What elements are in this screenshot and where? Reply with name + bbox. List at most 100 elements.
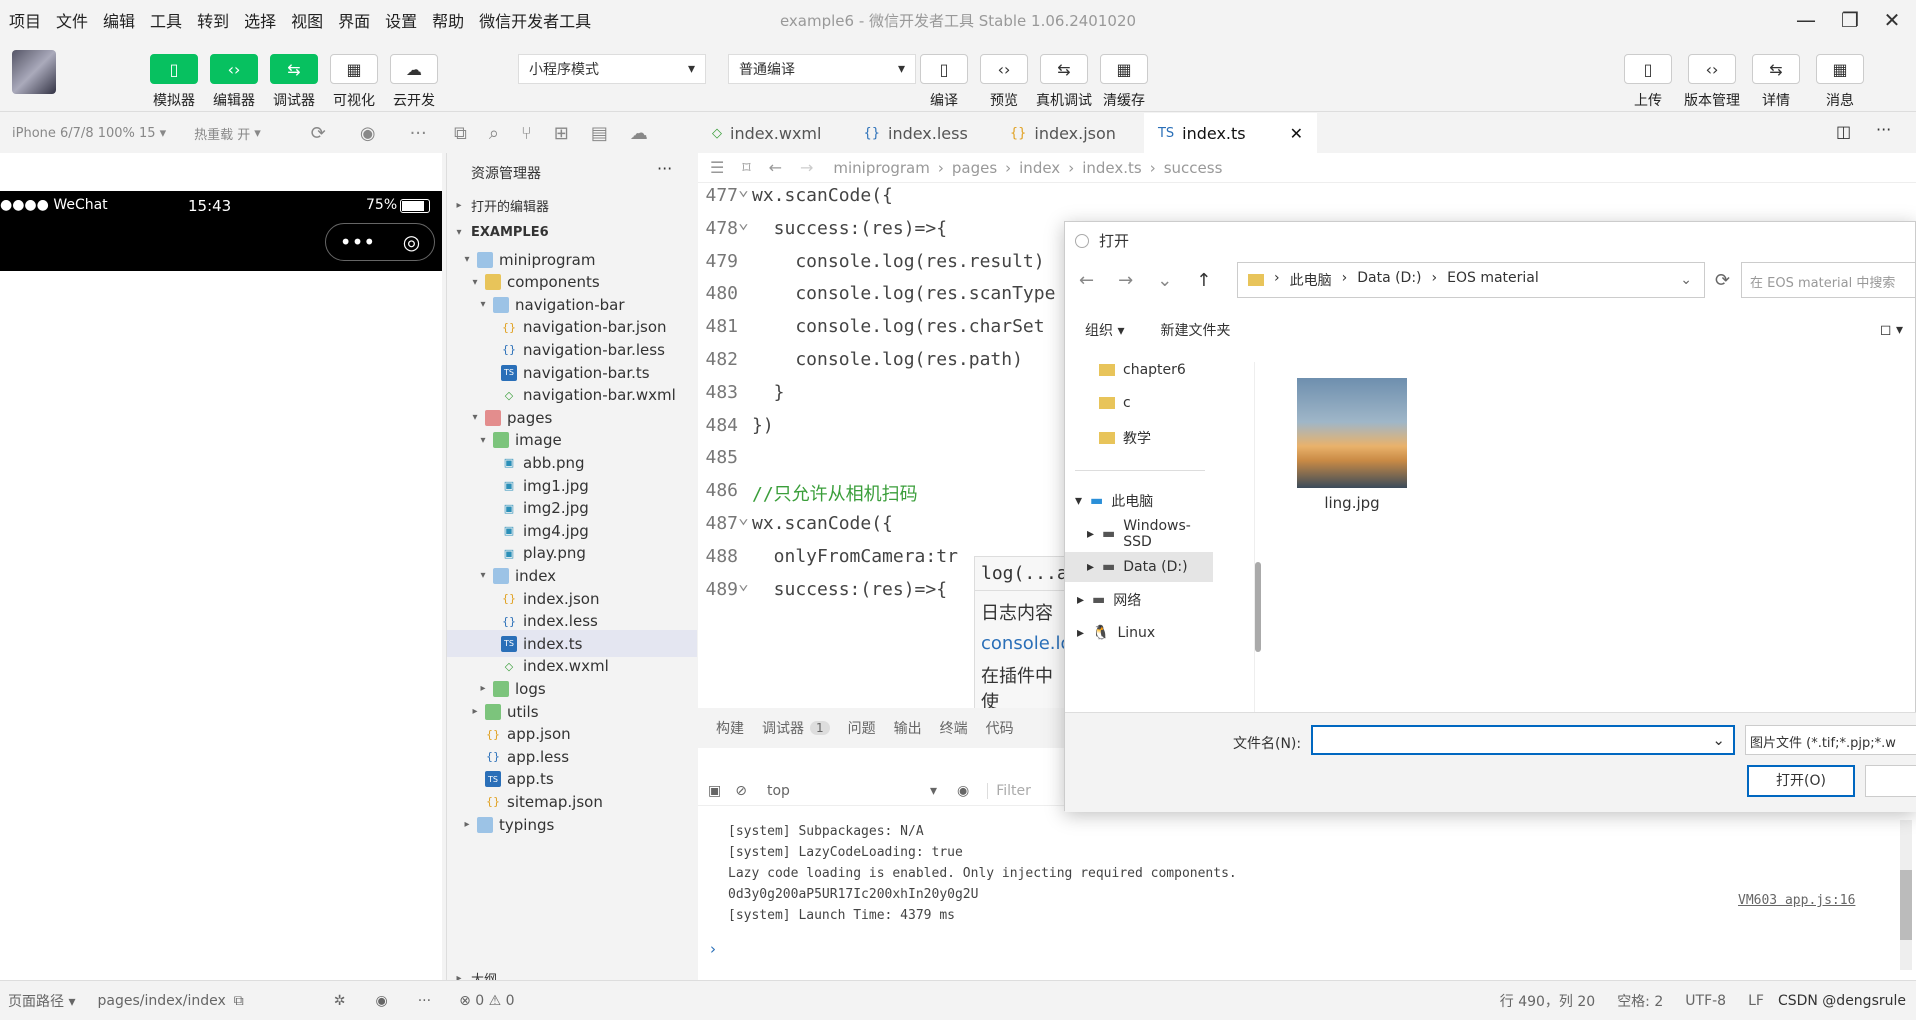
code-line[interactable]: } [752, 382, 785, 403]
status-more-icon[interactable]: ··· [418, 993, 431, 1009]
new-folder-button[interactable]: 新建文件夹 [1160, 320, 1230, 340]
minimize-button[interactable]: — [1786, 6, 1826, 34]
breadcrumb-item[interactable]: index.ts [1082, 159, 1142, 177]
code-line[interactable]: wx.scanCode({ [752, 185, 893, 206]
address-bar[interactable]: › 此电脑 › Data (D:) › EOS material ⌄ [1237, 262, 1705, 298]
eye-icon[interactable]: ◉ [957, 783, 969, 799]
explorer-more-icon[interactable]: ··· [657, 159, 672, 178]
bookmark-icon[interactable]: ⌑ [742, 158, 750, 177]
code-line[interactable]: console.log(res.charSet [752, 316, 1044, 337]
devtools-tab[interactable]: 终端 [940, 718, 968, 738]
nav-forward-icon[interactable]: → [1118, 270, 1133, 291]
nav-tree-item[interactable]: ▸ 🐧 Linux [1065, 618, 1213, 648]
fold-icon[interactable]: ⌄ [738, 507, 749, 528]
sidebar-toggle-icon[interactable]: ▣ [708, 783, 721, 799]
devtools-tab[interactable]: 问题 [848, 718, 876, 738]
breadcrumb-item[interactable]: success [1164, 159, 1223, 177]
nav-folder[interactable]: c [1099, 395, 1131, 411]
cursor-position[interactable]: 行 490，列 20 [1500, 991, 1595, 1011]
bug-icon[interactable]: ✲ [334, 993, 346, 1009]
simulator-screen[interactable] [0, 153, 442, 980]
menu-item[interactable]: 文件 [50, 8, 94, 32]
code-line[interactable]: console.log(res.scanType [752, 283, 1055, 304]
breadcrumb-item[interactable]: pages [952, 159, 997, 177]
capsule-menu[interactable]: ••• ◎ [325, 223, 435, 261]
problems-count[interactable]: ⊗ 0 ⚠ 0 [459, 993, 514, 1009]
git-icon[interactable]: ⑂ [521, 123, 532, 144]
clear-console-icon[interactable]: ⊘ [735, 783, 747, 799]
maximize-button[interactable]: ❐ [1830, 6, 1870, 34]
menu-item[interactable]: 视图 [285, 8, 329, 32]
menu-item[interactable]: 项目 [3, 8, 47, 32]
context-select[interactable]: top ▾ [767, 783, 937, 799]
dialog-search-input[interactable]: 在 EOS material 中搜索 [1741, 262, 1916, 298]
editor-tab[interactable]: ◇ index.wxml [698, 113, 835, 153]
refresh-icon[interactable]: ⟳ [1715, 270, 1730, 291]
address-dropdown-icon[interactable]: ⌄ [1680, 272, 1692, 288]
menu-item[interactable]: 帮助 [426, 8, 470, 32]
console-source-link[interactable]: VM603 app.js:16 [1738, 893, 1855, 908]
folder-item[interactable]: ▸ typings [447, 811, 697, 838]
toolbar-button[interactable]: ▦ 清缓存 [1096, 54, 1152, 110]
toolbar-button[interactable]: ⇆ 真机调试 [1036, 54, 1092, 110]
copy-icon[interactable]: ⧉ [234, 993, 244, 1009]
capsule-close-icon[interactable]: ◎ [403, 230, 420, 254]
nav-recent-icon[interactable]: ⌄ [1157, 270, 1172, 291]
view-options-icon[interactable]: ◻ ▾ [1880, 322, 1903, 338]
toolbar-button[interactable]: ‹› 版本管理 [1684, 54, 1740, 110]
tooltip-link[interactable]: console.lo [975, 625, 1069, 654]
code-line[interactable]: }) [752, 415, 774, 436]
console-prompt-icon[interactable]: › [710, 940, 716, 958]
toolbar-button[interactable]: ▯ 编译 [916, 54, 972, 110]
toolbar-button[interactable]: ‹› 预览 [976, 54, 1032, 110]
nav-up-icon[interactable]: ↑ [1196, 270, 1211, 291]
more-icon[interactable]: ··· [410, 123, 427, 144]
toolbar-button[interactable]: ⇆ 详情 [1748, 54, 1804, 110]
extensions-icon[interactable]: ⊞ [554, 123, 569, 144]
code-line[interactable]: success:(res)=>{ [752, 218, 947, 239]
breadcrumb-item[interactable]: miniprogram [833, 159, 929, 177]
preview-icon[interactable]: ◉ [376, 993, 388, 1009]
fold-icon[interactable]: ⌄ [738, 179, 749, 200]
cancel-button[interactable] [1865, 765, 1916, 797]
files-icon[interactable]: ⧉ [454, 123, 467, 144]
path-segment[interactable]: EOS material [1447, 270, 1539, 290]
nav-folder[interactable]: 教学 [1099, 428, 1151, 448]
filename-dropdown-icon[interactable]: ⌄ [1712, 731, 1725, 749]
path-segment[interactable]: 此电脑 [1290, 270, 1332, 290]
toolbar-phone-icon[interactable]: ▯ 模拟器 [146, 54, 202, 110]
encoding-setting[interactable]: UTF-8 [1685, 993, 1726, 1009]
project-section[interactable]: ▾ EXAMPLE6 [447, 219, 697, 246]
nav-back-icon[interactable]: ← [1079, 270, 1094, 291]
menu-item[interactable]: 设置 [379, 8, 423, 32]
search-icon[interactable]: ⌕ [489, 123, 499, 144]
devtools-tab[interactable]: 输出 [894, 718, 922, 738]
hotreload-toggle[interactable]: 热重载 开 [194, 124, 250, 143]
open-button[interactable]: 打开(O) [1747, 765, 1855, 797]
filetype-select[interactable]: 图片文件 (*.tif;*.pjp;*.w [1745, 725, 1916, 755]
rotate-icon[interactable]: ⟳ [311, 123, 326, 144]
code-line[interactable]: //只允许从相机扫码 [752, 480, 918, 506]
mode-select[interactable]: 小程序模式 ▾ [518, 54, 706, 84]
close-tab-icon[interactable]: ✕ [1290, 124, 1303, 143]
fold-icon[interactable]: ⌄ [738, 573, 749, 594]
editor-tab[interactable]: {} index.json [996, 113, 1130, 153]
page-path[interactable]: pages/index/index [97, 993, 225, 1009]
editor-more-icon[interactable]: ··· [1876, 120, 1891, 139]
code-line[interactable]: wx.scanCode({ [752, 513, 893, 534]
filter-input[interactable]: Filter [987, 782, 1031, 799]
filename-input[interactable]: ⌄ [1311, 725, 1735, 755]
back-icon[interactable]: ← [769, 158, 782, 177]
nav-folder[interactable]: chapter6 [1099, 362, 1186, 378]
devtools-tab[interactable]: 调试器 [762, 718, 804, 738]
menu-item[interactable]: 界面 [332, 8, 376, 32]
menu-item[interactable]: 工具 [144, 8, 188, 32]
nav-tree-item[interactable]: ▾ ▬ 此电脑 [1065, 486, 1213, 516]
devtools-tab[interactable]: 构建 [716, 718, 744, 738]
toolbar-cloud-icon[interactable]: ☁ 云开发 [386, 54, 442, 110]
devtools-tab[interactable]: 代码 [986, 718, 1014, 738]
menu-item[interactable]: 转到 [191, 8, 235, 32]
avatar[interactable] [12, 50, 56, 94]
capsule-more-icon[interactable]: ••• [340, 230, 375, 254]
device-select[interactable]: iPhone 6/7/8 100% 15 [12, 126, 156, 141]
